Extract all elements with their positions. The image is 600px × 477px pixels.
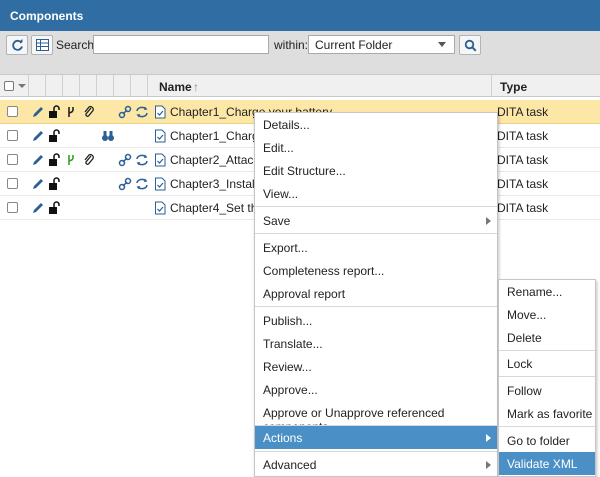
chevron-right-icon <box>486 461 491 469</box>
menu-divider <box>255 206 497 207</box>
link-icon <box>118 177 132 191</box>
submenu-item-lock[interactable]: Lock <box>499 352 595 375</box>
chevron-right-icon <box>486 434 491 442</box>
paperclip-icon <box>84 105 94 117</box>
sync-icon <box>136 106 148 118</box>
pencil-icon <box>33 179 43 189</box>
row-checkbox[interactable] <box>7 202 18 213</box>
row-checkbox[interactable] <box>7 178 18 189</box>
within-label: within: <box>274 38 309 52</box>
menu-item-advanced[interactable]: Advanced <box>255 453 497 476</box>
search-label: Search: <box>56 38 98 52</box>
unlock-icon <box>49 201 60 214</box>
row-name[interactable]: Chapter3_Install t <box>170 177 264 191</box>
select-all-column[interactable] <box>0 75 29 97</box>
menu-item-export[interactable]: Export... <box>255 236 497 259</box>
row-checkbox[interactable] <box>7 130 18 141</box>
menu-item-publish[interactable]: Publish... <box>255 309 497 332</box>
type-column-header[interactable]: Type <box>492 75 600 97</box>
submenu-item-mark-as-favorite[interactable]: Mark as favorite <box>499 402 595 425</box>
row-checkbox[interactable] <box>7 154 18 165</box>
sync-icon <box>136 154 148 166</box>
menu-divider <box>499 350 595 351</box>
menu-divider <box>499 426 595 427</box>
menu-divider <box>499 376 595 377</box>
row-type: DITA task <box>497 129 549 143</box>
refresh-icon <box>12 39 23 51</box>
submenu-item-rename[interactable]: Rename... <box>499 280 595 303</box>
menu-item-approval-report[interactable]: Approval report <box>255 282 497 305</box>
menu-divider <box>255 233 497 234</box>
menu-item-actions-label: Actions <box>263 431 303 445</box>
menu-item-save[interactable]: Save <box>255 209 497 232</box>
name-header-label: Name <box>159 80 192 94</box>
chevron-down-icon <box>438 42 446 47</box>
menu-divider <box>255 451 497 452</box>
document-icon <box>155 129 166 143</box>
search-icon <box>464 39 477 52</box>
submenu-item-go-to-folder[interactable]: Go to folder <box>499 429 595 452</box>
actions-submenu: Rename... Move... Delete Lock Follow Mar… <box>498 279 596 477</box>
branch-icon <box>68 155 74 165</box>
sort-ascending-icon: ↑ <box>193 80 199 94</box>
menu-item-save-label: Save <box>263 214 291 228</box>
pencil-icon <box>33 107 43 117</box>
branch-icon <box>68 107 74 117</box>
unlock-icon <box>49 105 60 118</box>
link-icon <box>118 153 132 167</box>
sync-icon <box>136 178 148 190</box>
document-icon <box>155 201 166 215</box>
pencil-icon <box>33 203 43 213</box>
submenu-item-validate-xml[interactable]: Validate XML <box>499 452 595 475</box>
within-select[interactable]: Current Folder <box>308 35 455 54</box>
document-icon <box>155 177 166 191</box>
unlock-icon <box>49 129 60 142</box>
chevron-down-icon[interactable] <box>18 84 26 88</box>
type-header-label: Type <box>500 80 528 94</box>
menu-item-edit[interactable]: Edit... <box>255 136 497 159</box>
menu-item-approve[interactable]: Approve... <box>255 378 497 401</box>
chevron-right-icon <box>486 217 491 225</box>
row-type: DITA task <box>497 153 549 167</box>
table-view-button[interactable] <box>31 35 53 55</box>
menu-divider <box>255 306 497 307</box>
search-button[interactable] <box>459 35 481 55</box>
menu-item-edit-structure[interactable]: Edit Structure... <box>255 159 497 182</box>
search-input[interactable] <box>93 35 269 54</box>
row-type: DITA task <box>497 177 549 191</box>
submenu-item-follow[interactable]: Follow <box>499 379 595 402</box>
menu-item-details[interactable]: Details... <box>255 113 497 136</box>
toolbar: Search: within: Current Folder <box>0 31 600 75</box>
refresh-button[interactable] <box>6 35 28 55</box>
link-icon <box>118 105 132 119</box>
document-icon <box>155 105 166 119</box>
paperclip-icon <box>84 153 94 165</box>
submenu-item-move[interactable]: Move... <box>499 303 595 326</box>
document-icon <box>155 153 166 167</box>
within-select-value: Current Folder <box>315 38 393 52</box>
name-column-header[interactable]: Name ↑ <box>148 75 492 97</box>
menu-item-view[interactable]: View... <box>255 182 497 205</box>
menu-item-translate[interactable]: Translate... <box>255 332 497 355</box>
pencil-icon <box>33 131 43 141</box>
table-icon <box>36 39 49 51</box>
submenu-item-delete[interactable]: Delete <box>499 326 595 349</box>
row-type: DITA task <box>497 105 549 119</box>
menu-item-actions[interactable]: Actions <box>255 426 497 449</box>
menu-item-advanced-label: Advanced <box>263 458 317 472</box>
panel-title: Components <box>0 0 600 31</box>
menu-item-approve-referenced[interactable]: Approve or Unapprove referenced componen… <box>255 401 497 434</box>
row-name[interactable]: Chapter2_Attach t <box>170 153 267 167</box>
row-checkbox[interactable] <box>7 106 18 117</box>
unlock-icon <box>49 153 60 166</box>
pencil-icon <box>33 155 43 165</box>
context-menu: Details... Edit... Edit Structure... Vie… <box>254 112 498 477</box>
table-header: Name ↑ Type <box>0 75 600 97</box>
menu-item-completeness-report[interactable]: Completeness report... <box>255 259 497 282</box>
unlock-icon <box>49 177 60 190</box>
select-all-checkbox[interactable] <box>4 81 14 91</box>
row-type: DITA task <box>497 201 549 215</box>
binoculars-icon <box>102 131 114 141</box>
menu-item-review[interactable]: Review... <box>255 355 497 378</box>
